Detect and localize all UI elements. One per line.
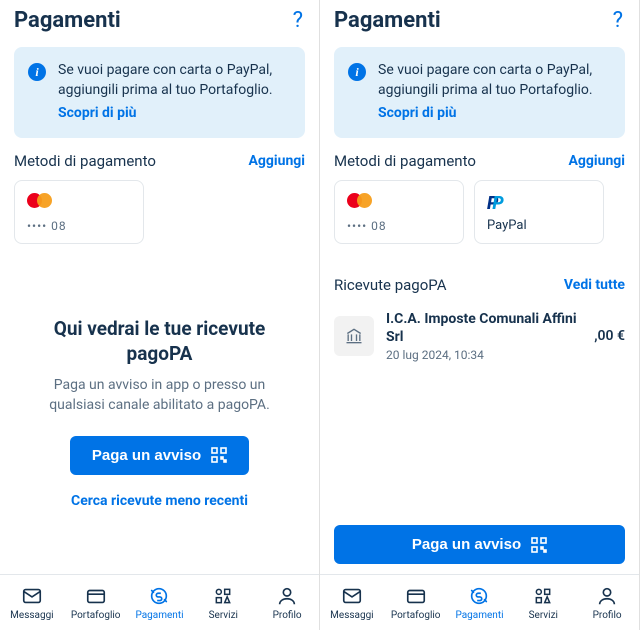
tab-pagamenti[interactable]: Pagamenti bbox=[448, 575, 512, 630]
tab-label: Messaggi bbox=[330, 610, 373, 621]
info-link[interactable]: Scopri di più bbox=[378, 104, 457, 124]
methods-title: Metodi di pagamento bbox=[14, 152, 156, 170]
tab-servizi[interactable]: Servizi bbox=[191, 575, 255, 630]
tab-profilo[interactable]: Profilo bbox=[255, 575, 319, 630]
tab-pagamenti[interactable]: Pagamenti bbox=[128, 575, 192, 630]
header: Pagamenti ? bbox=[0, 0, 319, 41]
profile-icon bbox=[596, 585, 618, 607]
mastercard-icon bbox=[27, 193, 131, 208]
pay-notice-label: Paga un avviso bbox=[412, 536, 521, 553]
info-message: Se vuoi pagare con carta o PayPal, aggiu… bbox=[378, 62, 593, 98]
empty-title: Qui vedrai le tue ricevute pagoPA bbox=[26, 317, 293, 366]
info-text: Se vuoi pagare con carta o PayPal, aggiu… bbox=[378, 61, 611, 124]
methods-row: •••• 08 PP PayPal bbox=[320, 180, 639, 244]
info-icon: i bbox=[348, 63, 366, 81]
profile-icon bbox=[276, 585, 298, 607]
tab-label: Pagamenti bbox=[455, 610, 503, 621]
empty-subtitle: Paga un avviso in app o presso un qualsi… bbox=[26, 376, 293, 415]
tab-label: Messaggi bbox=[10, 610, 53, 621]
methods-header: Metodi di pagamento Aggiungi bbox=[320, 152, 639, 170]
tab-label: Servizi bbox=[529, 610, 558, 621]
pay-notice-button[interactable]: Paga un avviso bbox=[334, 525, 625, 564]
methods-add-link[interactable]: Aggiungi bbox=[249, 153, 306, 169]
help-icon[interactable]: ? bbox=[293, 8, 303, 33]
receipts-viewall-link[interactable]: Vedi tutte bbox=[564, 277, 625, 293]
info-text: Se vuoi pagare con carta o PayPal, aggiu… bbox=[58, 61, 291, 124]
info-link[interactable]: Scopri di più bbox=[58, 104, 137, 124]
tab-servizi[interactable]: Servizi bbox=[511, 575, 575, 630]
pay-notice-button[interactable]: Paga un avviso bbox=[70, 436, 249, 475]
tab-portafoglio[interactable]: Portafoglio bbox=[384, 575, 448, 630]
wallet-icon bbox=[85, 585, 107, 607]
receipt-amount: ,00 € bbox=[594, 328, 625, 344]
mail-icon bbox=[21, 585, 43, 607]
tab-messaggi[interactable]: Messaggi bbox=[0, 575, 64, 630]
services-icon bbox=[532, 585, 554, 607]
search-older-link[interactable]: Cerca ricevute meno recenti bbox=[71, 493, 248, 509]
method-card-paypal[interactable]: PP PayPal bbox=[474, 180, 604, 244]
tab-label: Servizi bbox=[209, 610, 238, 621]
receipt-item[interactable]: I.C.A. Imposte Comunali Affini Srl 20 lu… bbox=[320, 304, 639, 368]
payments-icon bbox=[148, 585, 170, 607]
tab-label: Profilo bbox=[273, 610, 302, 621]
receipts-title: Ricevute pagoPA bbox=[334, 276, 447, 294]
wallet-icon bbox=[405, 585, 427, 607]
tab-messaggi[interactable]: Messaggi bbox=[320, 575, 384, 630]
tab-portafoglio[interactable]: Portafoglio bbox=[64, 575, 128, 630]
methods-add-link[interactable]: Aggiungi bbox=[569, 153, 626, 169]
info-banner: i Se vuoi pagare con carta o PayPal, agg… bbox=[334, 47, 625, 138]
methods-row: •••• 08 bbox=[0, 180, 319, 244]
qr-icon bbox=[531, 537, 547, 553]
info-icon: i bbox=[28, 63, 46, 81]
screen-left: Pagamenti ? i Se vuoi pagare con carta o… bbox=[0, 0, 320, 630]
tabbar: Messaggi Portafoglio Pagamenti Servizi P… bbox=[320, 574, 639, 630]
tab-label: Pagamenti bbox=[135, 610, 183, 621]
mastercard-icon bbox=[347, 193, 451, 208]
tab-profilo[interactable]: Profilo bbox=[575, 575, 639, 630]
paypal-icon: PP bbox=[487, 193, 591, 214]
receipt-body: I.C.A. Imposte Comunali Affini Srl 20 lu… bbox=[386, 310, 582, 362]
receipts-header: Ricevute pagoPA Vedi tutte bbox=[320, 276, 639, 294]
receipt-title: I.C.A. Imposte Comunali Affini Srl bbox=[386, 310, 582, 346]
tabbar: Messaggi Portafoglio Pagamenti Servizi P… bbox=[0, 574, 319, 630]
info-banner: i Se vuoi pagare con carta o PayPal, agg… bbox=[14, 47, 305, 138]
mail-icon bbox=[341, 585, 363, 607]
empty-state: Qui vedrai le tue ricevute pagoPA Paga u… bbox=[0, 262, 319, 574]
paypal-label: PayPal bbox=[487, 218, 591, 233]
card-masked-number: •••• 08 bbox=[347, 219, 451, 233]
methods-title: Metodi di pagamento bbox=[334, 152, 476, 170]
receipt-date: 20 lug 2024, 10:34 bbox=[386, 348, 582, 362]
card-masked-number: •••• 08 bbox=[27, 219, 131, 233]
method-card-mastercard[interactable]: •••• 08 bbox=[14, 180, 144, 244]
tab-label: Portafoglio bbox=[71, 610, 121, 621]
tab-label: Profilo bbox=[593, 610, 622, 621]
help-icon[interactable]: ? bbox=[613, 8, 623, 33]
payments-icon bbox=[468, 585, 490, 607]
services-icon bbox=[212, 585, 234, 607]
pay-notice-label: Paga un avviso bbox=[92, 447, 201, 464]
page-title: Pagamenti bbox=[334, 8, 441, 33]
institution-icon bbox=[334, 316, 374, 356]
qr-icon bbox=[211, 447, 227, 463]
info-message: Se vuoi pagare con carta o PayPal, aggiu… bbox=[58, 62, 273, 98]
tab-label: Portafoglio bbox=[391, 610, 441, 621]
page-title: Pagamenti bbox=[14, 8, 121, 33]
header: Pagamenti ? bbox=[320, 0, 639, 41]
screen-right: Pagamenti ? i Se vuoi pagare con carta o… bbox=[320, 0, 640, 630]
method-card-mastercard[interactable]: •••• 08 bbox=[334, 180, 464, 244]
methods-header: Metodi di pagamento Aggiungi bbox=[0, 152, 319, 170]
